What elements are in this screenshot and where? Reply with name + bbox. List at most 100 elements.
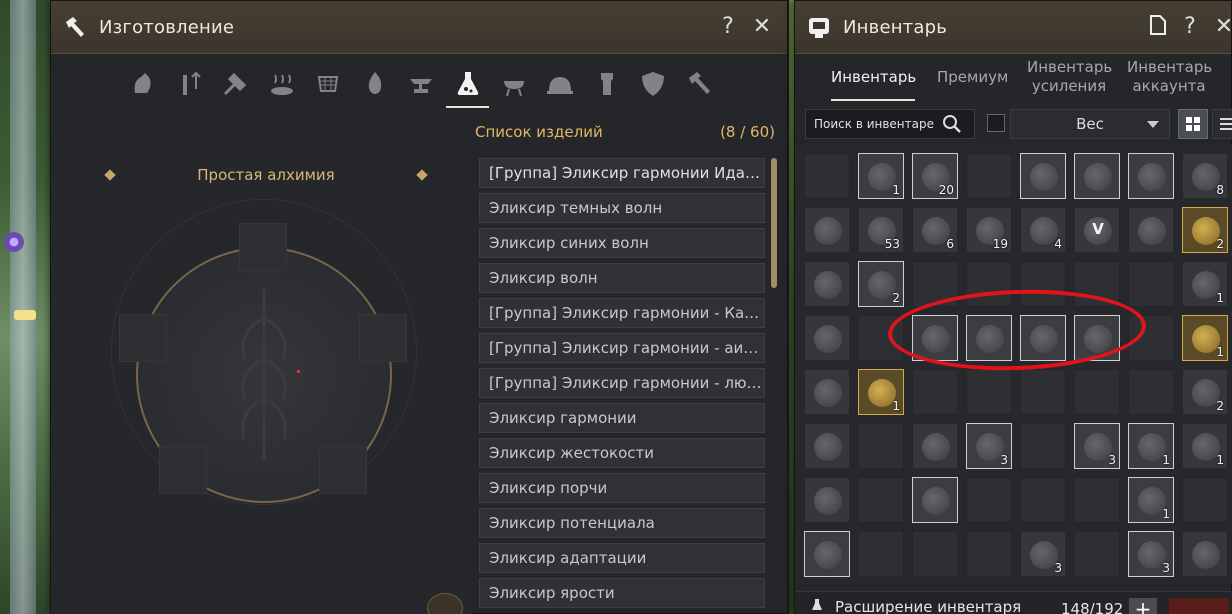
document-icon[interactable]: [1145, 14, 1171, 40]
destroy-item-button[interactable]: [1169, 598, 1229, 614]
recipe-list-item[interactable]: [Группа] Эликсир гармонии Идании: [479, 158, 765, 188]
item-list-scrollbar[interactable]: [771, 158, 777, 288]
inventory-slot[interactable]: [858, 477, 904, 523]
inventory-slot[interactable]: [1128, 207, 1174, 253]
inventory-slot[interactable]: 20: [912, 153, 958, 199]
inventory-slot[interactable]: 1: [1182, 261, 1228, 307]
inventory-search-input[interactable]: [806, 110, 942, 138]
recipe-list-item[interactable]: Эликсир ярости: [479, 578, 765, 608]
inventory-slot[interactable]: [804, 153, 850, 199]
drying-icon[interactable]: [307, 60, 349, 108]
sort-checkbox[interactable]: [987, 114, 1005, 132]
recipe-list-item[interactable]: Эликсир жестокости: [479, 438, 765, 468]
inventory-slot[interactable]: [1074, 531, 1120, 577]
fire-icon[interactable]: [353, 60, 395, 108]
inventory-slot[interactable]: 2: [1182, 207, 1228, 253]
recipe-list-item[interactable]: Эликсир потенциала: [479, 508, 765, 538]
inventory-slot[interactable]: [966, 369, 1012, 415]
tab-account-inventory[interactable]: Инвентарь аккаунта: [1127, 58, 1212, 96]
inventory-slot[interactable]: [804, 261, 850, 307]
inventory-slot[interactable]: 3: [1074, 423, 1120, 469]
inventory-slot[interactable]: [1020, 423, 1066, 469]
inventory-slot[interactable]: 2: [1182, 369, 1228, 415]
anvil-icon[interactable]: [400, 60, 442, 108]
tab-premium[interactable]: Премиум: [937, 68, 1008, 87]
inventory-titlebar[interactable]: Инвентарь ? ✕: [795, 1, 1232, 54]
inventory-slot[interactable]: [1128, 153, 1174, 199]
inventory-slot[interactable]: [1020, 477, 1066, 523]
heating-icon[interactable]: [167, 60, 209, 108]
expand-inventory-button[interactable]: +: [1129, 598, 1157, 614]
recipe-list-item[interactable]: Эликсир волн: [479, 263, 765, 293]
inventory-slot[interactable]: [1182, 531, 1228, 577]
tab-enhancement-inventory[interactable]: Инвентарь усиления: [1027, 58, 1112, 96]
tab-inventory[interactable]: Инвентарь: [831, 68, 916, 87]
inventory-slot[interactable]: [1074, 477, 1120, 523]
inventory-help-button[interactable]: ?: [1177, 14, 1203, 40]
ingredient-slot-top[interactable]: [239, 223, 287, 271]
ingredient-slot-bottom-right[interactable]: [319, 446, 367, 494]
inventory-slot[interactable]: 1: [1128, 477, 1174, 523]
crafting-titlebar[interactable]: Изготовление ? ✕: [51, 1, 787, 54]
recipe-list-item[interactable]: Эликсир адаптации: [479, 543, 765, 573]
inventory-slot[interactable]: [1074, 153, 1120, 199]
inventory-slot[interactable]: [804, 423, 850, 469]
inventory-slot[interactable]: 2: [858, 261, 904, 307]
recipe-list-item[interactable]: Эликсир гармонии: [479, 403, 765, 433]
recipe-list-item[interactable]: Эликсир темных волн: [479, 193, 765, 223]
inventory-slot[interactable]: V: [1074, 207, 1120, 253]
shield-icon[interactable]: [632, 60, 674, 108]
crafting-close-button[interactable]: ✕: [749, 14, 775, 40]
inventory-slot[interactable]: [1020, 369, 1066, 415]
inventory-slot[interactable]: [804, 207, 850, 253]
cloche-icon[interactable]: [539, 60, 581, 108]
inventory-slot[interactable]: [912, 369, 958, 415]
crafting-help-button[interactable]: ?: [715, 14, 741, 40]
search-icon[interactable]: [942, 114, 962, 134]
recipe-list-item[interactable]: Эликсир синих волн: [479, 228, 765, 258]
inventory-slot[interactable]: [966, 477, 1012, 523]
cooking-icon[interactable]: [260, 60, 302, 108]
inventory-slot[interactable]: 19: [966, 207, 1012, 253]
inventory-slot[interactable]: [1182, 477, 1228, 523]
alchemy-flask-icon[interactable]: [446, 60, 489, 108]
inventory-slot[interactable]: [1128, 369, 1174, 415]
inventory-slot[interactable]: 3: [1020, 531, 1066, 577]
inventory-slot[interactable]: 1: [858, 153, 904, 199]
ingredient-slot-left[interactable]: [119, 314, 167, 362]
recipe-list-item[interactable]: [Группа] Эликсир гармонии - аины: [479, 333, 765, 363]
ingredient-slot-right[interactable]: [359, 314, 407, 362]
inventory-slot[interactable]: [1128, 261, 1174, 307]
inventory-slot[interactable]: 3: [966, 423, 1012, 469]
inventory-slot[interactable]: 4: [1020, 207, 1066, 253]
inventory-slot[interactable]: [858, 423, 904, 469]
inventory-slot[interactable]: [912, 423, 958, 469]
inventory-slot[interactable]: [1020, 153, 1066, 199]
inventory-slot[interactable]: 1: [1182, 423, 1228, 469]
inventory-close-button[interactable]: ✕: [1211, 14, 1232, 40]
sort-dropdown[interactable]: Вес: [1010, 109, 1170, 139]
grinding-icon[interactable]: [121, 60, 163, 108]
inventory-slot[interactable]: [804, 369, 850, 415]
inventory-slot[interactable]: 53: [858, 207, 904, 253]
list-view-button[interactable]: [1212, 109, 1232, 139]
grid-view-button[interactable]: [1178, 109, 1208, 139]
recipe-list-item[interactable]: [Группа] Эликсир гармонии - Кама...: [479, 298, 765, 328]
inventory-slot[interactable]: 6: [912, 207, 958, 253]
inventory-slot[interactable]: 3: [1128, 531, 1174, 577]
inventory-slot[interactable]: 8: [1182, 153, 1228, 199]
chopping-icon[interactable]: [214, 60, 256, 108]
grill-icon[interactable]: [493, 60, 535, 108]
inventory-slot[interactable]: [912, 477, 958, 523]
inventory-slot[interactable]: [804, 531, 850, 577]
inventory-slot[interactable]: [804, 315, 850, 361]
inventory-slot[interactable]: [966, 531, 1012, 577]
ingredient-slot-bottom-left[interactable]: [159, 446, 207, 494]
recipe-list-item[interactable]: [Группа] Эликсир гармонии - люди: [479, 368, 765, 398]
inventory-slot[interactable]: 1: [1182, 315, 1228, 361]
tower-icon[interactable]: [586, 60, 628, 108]
inventory-slot[interactable]: [966, 153, 1012, 199]
inventory-slot[interactable]: [1074, 369, 1120, 415]
inventory-slot[interactable]: [804, 477, 850, 523]
inventory-slot[interactable]: 1: [858, 369, 904, 415]
